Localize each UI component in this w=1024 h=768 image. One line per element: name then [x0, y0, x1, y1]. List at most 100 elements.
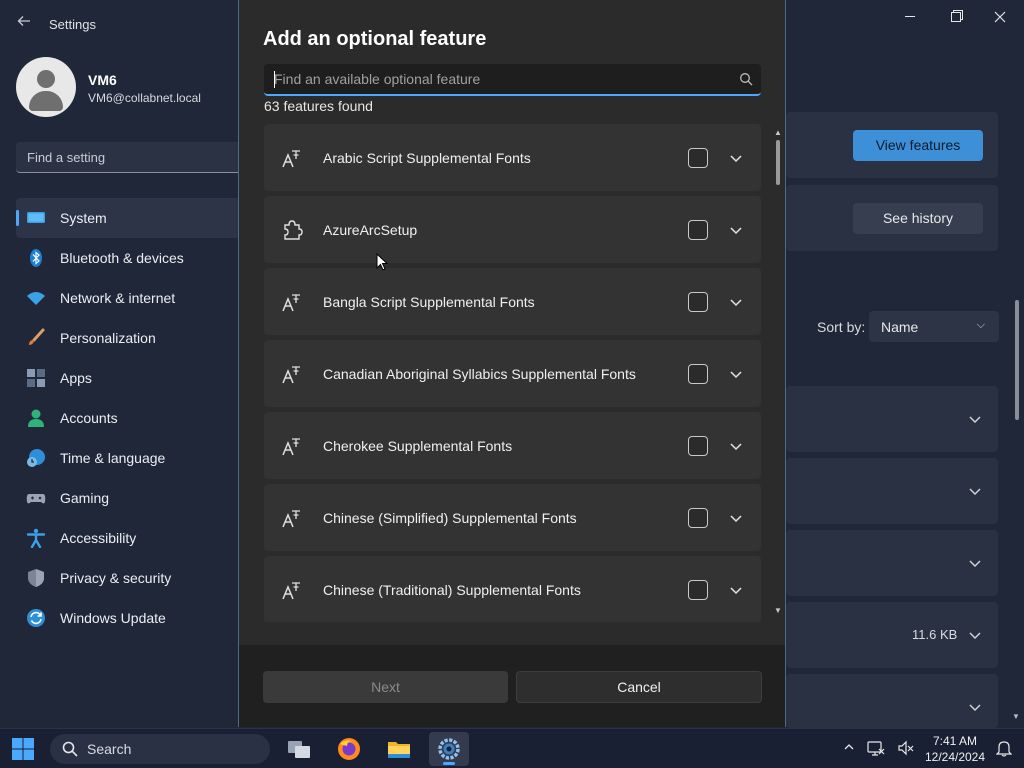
- minimize-icon[interactable]: [892, 6, 928, 28]
- chevron-down-icon[interactable]: [967, 411, 983, 427]
- volume-muted-icon[interactable]: [897, 739, 915, 760]
- chevron-down-icon[interactable]: [729, 295, 743, 309]
- feature-name: Chinese (Simplified) Supplemental Fonts: [323, 510, 577, 526]
- scroll-down-arrow-icon[interactable]: ▼: [774, 606, 782, 615]
- chevron-down-icon[interactable]: [729, 151, 743, 165]
- scroll-down-arrow-icon[interactable]: ▼: [1012, 712, 1020, 721]
- shield-icon: [28, 569, 44, 587]
- feature-row[interactable]: Arabic Script Supplemental Fonts: [264, 124, 761, 191]
- task-view-icon: [288, 741, 310, 758]
- globe-clock-icon: [27, 449, 45, 467]
- user-name: VM6: [88, 72, 117, 88]
- firefox-button[interactable]: [329, 732, 369, 766]
- scroll-up-arrow-icon[interactable]: ▲: [774, 128, 782, 137]
- features-found-count: 63 features found: [264, 98, 373, 114]
- chevron-down-icon: ⌵: [976, 319, 985, 331]
- feature-checkbox[interactable]: [688, 508, 708, 528]
- account-icon: [28, 409, 44, 427]
- feature-list: Arabic Script Supplemental Fonts AzureAr…: [264, 124, 761, 622]
- notification-bell-icon[interactable]: [995, 739, 1013, 760]
- task-view-button[interactable]: [279, 732, 319, 766]
- chevron-down-icon[interactable]: [729, 511, 743, 525]
- feature-name: Chinese (Traditional) Supplemental Fonts: [323, 582, 581, 598]
- feature-size-label: 11.6 KB: [912, 627, 958, 642]
- chevron-down-icon[interactable]: [967, 555, 983, 571]
- chevron-down-icon[interactable]: [967, 483, 983, 499]
- see-history-button[interactable]: See history: [853, 203, 983, 234]
- sidebar-item-time-language[interactable]: Time & language: [16, 438, 246, 478]
- taskbar-search[interactable]: Search: [50, 734, 270, 764]
- feature-search-input[interactable]: [274, 64, 724, 94]
- feature-name: AzureArcSetup: [323, 222, 418, 238]
- scrollbar-thumb[interactable]: [776, 140, 780, 185]
- sidebar-item-apps[interactable]: Apps: [16, 358, 246, 398]
- feature-checkbox[interactable]: [688, 220, 708, 240]
- settings-icon: [438, 738, 460, 760]
- clock-date: 12/24/2024: [924, 750, 986, 764]
- next-button[interactable]: Next: [263, 671, 508, 703]
- chevron-up-icon[interactable]: [843, 741, 855, 756]
- feature-checkbox[interactable]: [688, 580, 708, 600]
- feature-row[interactable]: Chinese (Traditional) Supplemental Fonts: [264, 556, 761, 622]
- chevron-down-icon[interactable]: [729, 367, 743, 381]
- feature-search-field[interactable]: [264, 64, 761, 96]
- sidebar-nav: System Bluetooth & devices Network & int…: [16, 198, 246, 638]
- sidebar-item-accounts[interactable]: Accounts: [16, 398, 246, 438]
- file-explorer-button[interactable]: [379, 732, 419, 766]
- chevron-down-icon[interactable]: [967, 627, 983, 643]
- gamepad-icon: [26, 494, 46, 504]
- feature-row[interactable]: Bangla Script Supplemental Fonts: [264, 268, 761, 335]
- view-features-button[interactable]: View features: [853, 130, 983, 161]
- feature-name: Bangla Script Supplemental Fonts: [323, 294, 535, 310]
- chevron-down-icon[interactable]: [729, 583, 743, 597]
- apps-icon: [27, 369, 45, 387]
- feature-checkbox[interactable]: [688, 436, 708, 456]
- sidebar-item-windows-update[interactable]: Windows Update: [16, 598, 246, 638]
- chevron-down-icon[interactable]: [967, 699, 983, 715]
- feature-row[interactable]: Cherokee Supplemental Fonts: [264, 412, 761, 479]
- avatar: [16, 57, 76, 117]
- settings-app-button[interactable]: [429, 732, 469, 766]
- sidebar-item-accessibility[interactable]: Accessibility: [16, 518, 246, 558]
- sidebar-item-privacy[interactable]: Privacy & security: [16, 558, 246, 598]
- sidebar-item-bluetooth[interactable]: Bluetooth & devices: [16, 238, 246, 278]
- font-icon: [282, 366, 300, 384]
- system-clock[interactable]: 7:41 AM 12/24/2024: [920, 733, 990, 765]
- system-monitor-icon: [27, 212, 45, 223]
- feature-row[interactable]: Canadian Aboriginal Syllabics Supplement…: [264, 340, 761, 407]
- add-optional-feature-dialog: Add an optional feature 63 features foun…: [238, 0, 786, 727]
- feature-checkbox[interactable]: [688, 292, 708, 312]
- feature-row[interactable]: Chinese (Simplified) Supplemental Fonts: [264, 484, 761, 551]
- sidebar-item-label: Network & internet: [60, 290, 176, 306]
- back-arrow-icon[interactable]: [14, 14, 34, 34]
- restore-icon[interactable]: [938, 6, 974, 28]
- page-scrollbar[interactable]: [1015, 300, 1019, 420]
- taskbar: Search 7:41 AM 12/24/2024: [0, 728, 1024, 768]
- sidebar-item-personalization[interactable]: Personalization: [16, 318, 246, 358]
- sidebar-item-system[interactable]: System: [16, 198, 246, 238]
- sidebar-item-label: Accounts: [60, 410, 118, 426]
- find-setting-input[interactable]: Find a setting: [16, 142, 246, 173]
- feature-checkbox[interactable]: [688, 364, 708, 384]
- accessibility-icon: [26, 528, 46, 548]
- sidebar-item-gaming[interactable]: Gaming: [16, 478, 246, 518]
- font-icon: [282, 438, 300, 456]
- feature-name: Arabic Script Supplemental Fonts: [323, 150, 531, 166]
- font-icon: [282, 510, 300, 528]
- cancel-button[interactable]: Cancel: [516, 671, 762, 703]
- chevron-down-icon[interactable]: [729, 439, 743, 453]
- search-icon[interactable]: [739, 72, 753, 86]
- close-icon[interactable]: [982, 6, 1018, 28]
- taskbar-search-label: Search: [87, 741, 132, 757]
- font-icon: [282, 582, 300, 600]
- sidebar-item-label: Privacy & security: [60, 570, 172, 586]
- feature-checkbox[interactable]: [688, 148, 708, 168]
- sidebar-item-network[interactable]: Network & internet: [16, 278, 246, 318]
- chevron-down-icon[interactable]: [729, 223, 743, 237]
- windows-start-icon[interactable]: [12, 738, 34, 760]
- feature-row[interactable]: AzureArcSetup: [264, 196, 761, 263]
- network-status-icon[interactable]: [867, 739, 885, 760]
- feature-list-scrollbar[interactable]: ▲ ▼: [774, 128, 784, 618]
- user-email: VM6@collabnet.local: [88, 91, 201, 105]
- sort-by-select[interactable]: Name ⌵: [869, 311, 999, 342]
